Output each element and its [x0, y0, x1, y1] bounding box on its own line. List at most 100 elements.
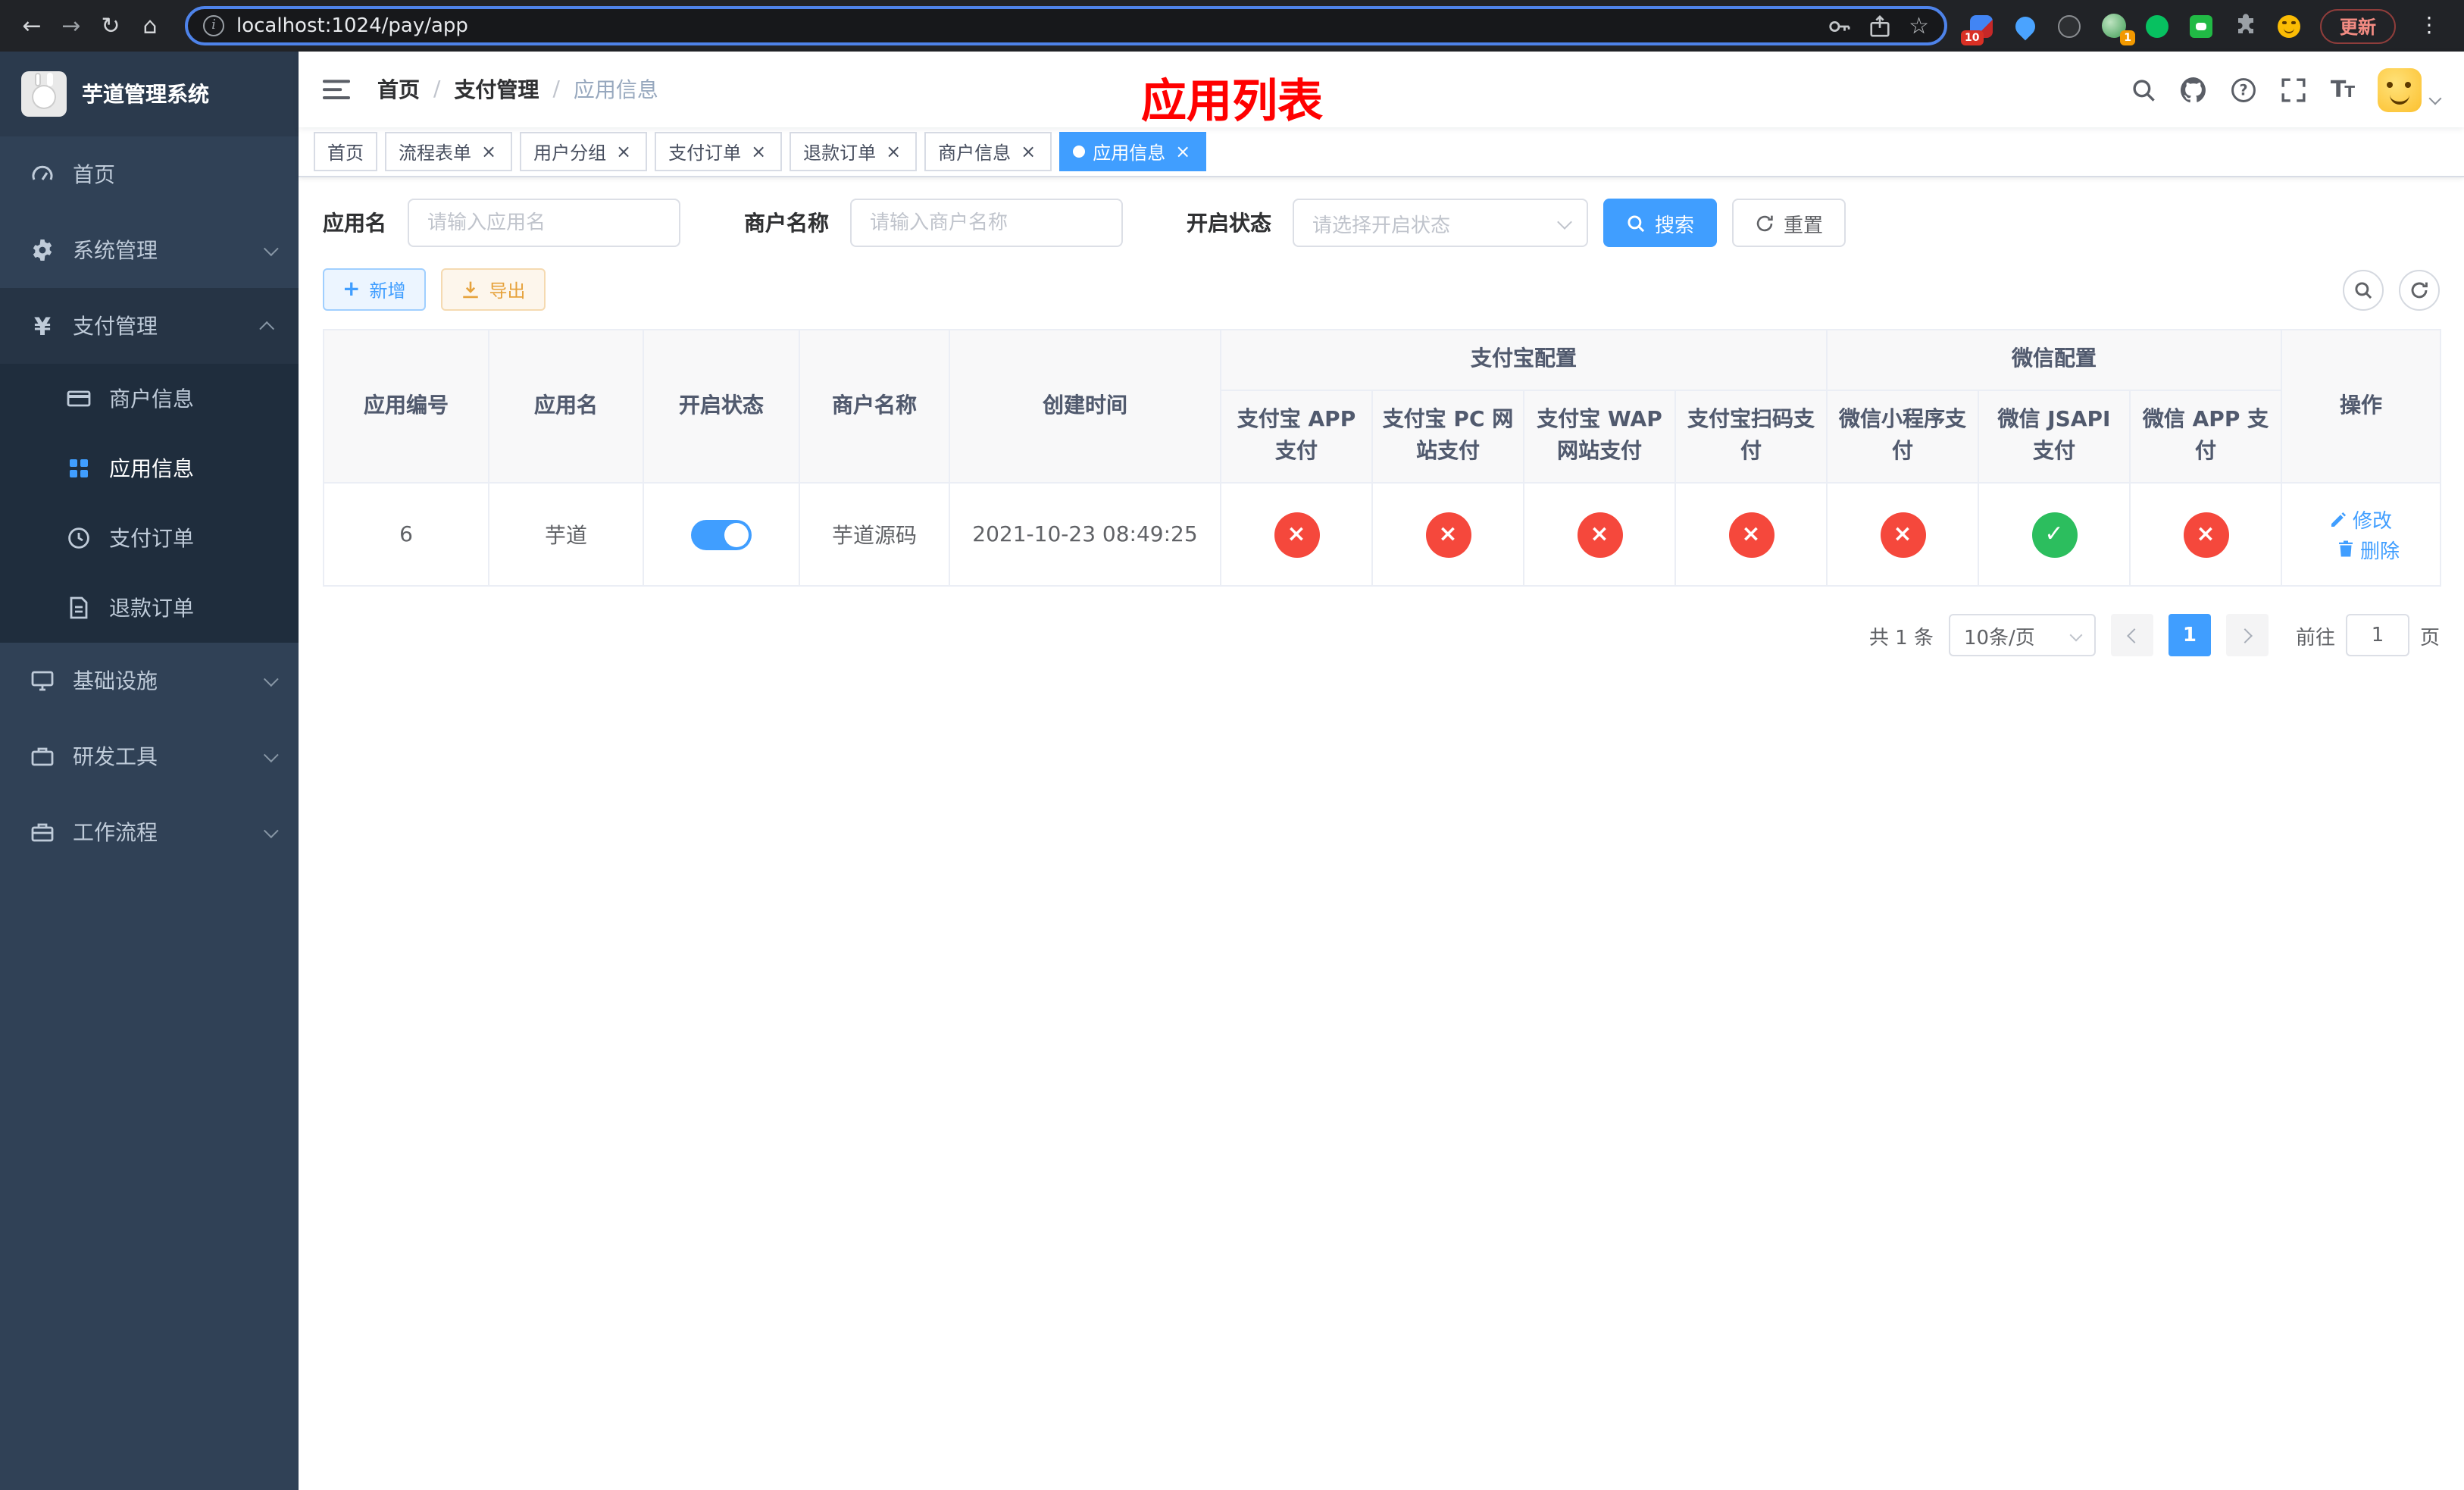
extension-icon-smiley[interactable] — [2276, 12, 2303, 39]
close-icon[interactable] — [883, 142, 903, 161]
toggle-search-button[interactable] — [2343, 269, 2384, 310]
help-icon[interactable]: ? — [2231, 77, 2256, 102]
font-size-icon[interactable]: TT — [2331, 77, 2355, 101]
app-table: 应用编号 应用名 开启状态 商户名称 创建时间 支付宝配置 微信配置 操作 支付… — [323, 329, 2441, 587]
browser-chrome: ← → ↻ ⌂ i localhost:1024/pay/app ☆ 10 1 … — [0, 0, 2464, 52]
tab-home[interactable]: 首页 — [314, 132, 378, 171]
extension-icon-drop[interactable] — [2012, 11, 2040, 40]
sidebar-item-workflow[interactable]: 工作流程 — [0, 794, 299, 870]
toolbox-icon — [31, 747, 54, 766]
bookmark-star-icon[interactable]: ☆ — [1909, 14, 1929, 37]
extension-icon-green-circle[interactable] — [2144, 12, 2172, 39]
browser-update-button[interactable]: 更新 — [2319, 8, 2396, 43]
merchant-name-input[interactable] — [850, 199, 1123, 247]
url-bar[interactable]: i localhost:1024/pay/app ☆ — [185, 6, 1947, 45]
tab-pay-order[interactable]: 支付订单 — [655, 132, 783, 171]
close-icon[interactable] — [479, 142, 499, 161]
sidebar-item-infrastructure[interactable]: 基础设施 — [0, 643, 299, 718]
home-icon[interactable]: ⌂ — [130, 6, 170, 45]
breadcrumb-item[interactable]: 支付管理 — [454, 74, 539, 105]
status-select[interactable]: 请选择开启状态 — [1293, 199, 1588, 247]
share-icon[interactable] — [1868, 14, 1890, 37]
table-toolbar: 新增 导出 — [323, 268, 2440, 311]
github-icon[interactable] — [2180, 77, 2206, 102]
goto-page-input[interactable] — [2345, 614, 2409, 656]
alipay-qr-status-icon: × — [1728, 512, 1774, 557]
sidebar-item-home[interactable]: 首页 — [0, 136, 299, 212]
breadcrumb-item[interactable]: 首页 — [377, 74, 420, 105]
close-icon[interactable] — [749, 142, 768, 161]
sidebar-item-dev-tools[interactable]: 研发工具 — [0, 718, 299, 794]
tab-process-form[interactable]: 流程表单 — [385, 132, 513, 171]
site-info-icon[interactable]: i — [203, 15, 224, 36]
trash-icon — [2339, 540, 2353, 557]
alipay-pc-status-icon: × — [1425, 512, 1471, 557]
merchant-name-label: 商户名称 — [744, 212, 829, 236]
sidebar-item-system[interactable]: 系统管理 — [0, 212, 299, 288]
tab-merchant-info[interactable]: 商户信息 — [924, 132, 1052, 171]
close-icon[interactable] — [1018, 142, 1038, 161]
svg-text:?: ? — [2239, 80, 2247, 98]
col-alipay-qr: 支付宝扫码支付 — [1674, 390, 1828, 484]
extension-badge: 10 — [1960, 30, 1984, 45]
export-button[interactable]: 导出 — [440, 268, 546, 311]
chevron-down-icon — [1557, 214, 1572, 230]
tab-bar: 首页 流程表单 用户分组 支付订单 退款订单 商户信息 应用信息 — [299, 127, 2464, 177]
extension-icon-dark-circle[interactable] — [2056, 12, 2084, 39]
sidebar-item-label: 退款订单 — [109, 597, 194, 621]
tab-app-info[interactable]: 应用信息 — [1059, 132, 1207, 171]
user-avatar[interactable] — [2378, 67, 2422, 111]
browser-menu-icon[interactable]: ⋮ — [2412, 14, 2446, 38]
clock-icon — [68, 527, 89, 549]
delete-link[interactable]: 删除 — [2337, 534, 2400, 563]
fullscreen-icon[interactable] — [2281, 77, 2306, 102]
edit-link[interactable]: 修改 — [2330, 505, 2392, 534]
close-icon[interactable] — [1173, 142, 1193, 161]
extension-icon-green-square[interactable] — [2188, 12, 2215, 39]
password-key-icon[interactable] — [1827, 14, 1850, 37]
sidebar-item-refund-order[interactable]: 退款订单 — [0, 573, 299, 643]
extension-icon-blue[interactable]: 10 — [1960, 12, 1996, 45]
wechat-app-status-icon: × — [2183, 512, 2228, 557]
col-wechat-jsapi: 微信 JSAPI 支付 — [1978, 390, 2131, 484]
grid-icon — [70, 459, 88, 477]
app-name-label: 应用名 — [323, 212, 386, 236]
breadcrumb: 首页 / 支付管理 / 应用信息 — [377, 74, 658, 105]
alipay-wap-status-icon: × — [1577, 512, 1622, 557]
search-button[interactable]: 搜索 — [1603, 199, 1718, 247]
search-icon[interactable] — [2131, 77, 2156, 102]
col-group-alipay: 支付宝配置 — [1220, 329, 1828, 391]
col-app-name: 应用名 — [488, 329, 644, 484]
close-icon[interactable] — [614, 142, 633, 161]
back-icon[interactable]: ← — [12, 6, 52, 45]
reset-button[interactable]: 重置 — [1732, 199, 1846, 247]
download-icon — [462, 280, 478, 298]
app-name-input[interactable] — [408, 199, 680, 247]
omnibox-icons: ☆ — [1827, 14, 1929, 37]
page-number-button[interactable]: 1 — [2168, 614, 2211, 656]
sidebar-item-payment[interactable]: ¥ 支付管理 — [0, 288, 299, 364]
document-icon — [70, 596, 88, 619]
profile-avatar-icon[interactable]: 1 — [2100, 12, 2135, 45]
prev-page-button[interactable] — [2110, 614, 2153, 656]
sidebar-item-pay-order[interactable]: 支付订单 — [0, 503, 299, 573]
tab-refund-order[interactable]: 退款订单 — [790, 132, 918, 171]
chevron-down-icon — [263, 822, 279, 838]
pagination: 共 1 条 10条/页 1 前往 页 — [323, 614, 2440, 656]
sidebar-item-merchant-info[interactable]: 商户信息 — [0, 364, 299, 434]
status-toggle[interactable] — [691, 519, 752, 549]
forward-icon[interactable]: → — [52, 6, 91, 45]
add-button[interactable]: 新增 — [323, 268, 426, 311]
search-icon — [1628, 214, 1645, 232]
app-logo: 芋道管理系统 — [0, 52, 299, 136]
sidebar-item-app-info[interactable]: 应用信息 — [0, 434, 299, 503]
refresh-icon — [1756, 214, 1773, 231]
tab-user-group[interactable]: 用户分组 — [520, 132, 648, 171]
url-text[interactable]: localhost:1024/pay/app — [236, 14, 1815, 37]
next-page-button[interactable] — [2225, 614, 2269, 656]
extensions-puzzle-icon[interactable] — [2232, 12, 2259, 39]
sidebar-toggle-icon[interactable] — [323, 74, 353, 105]
refresh-table-button[interactable] — [2399, 269, 2440, 310]
reload-icon[interactable]: ↻ — [91, 6, 130, 45]
page-size-select[interactable]: 10条/页 — [1948, 614, 2096, 656]
